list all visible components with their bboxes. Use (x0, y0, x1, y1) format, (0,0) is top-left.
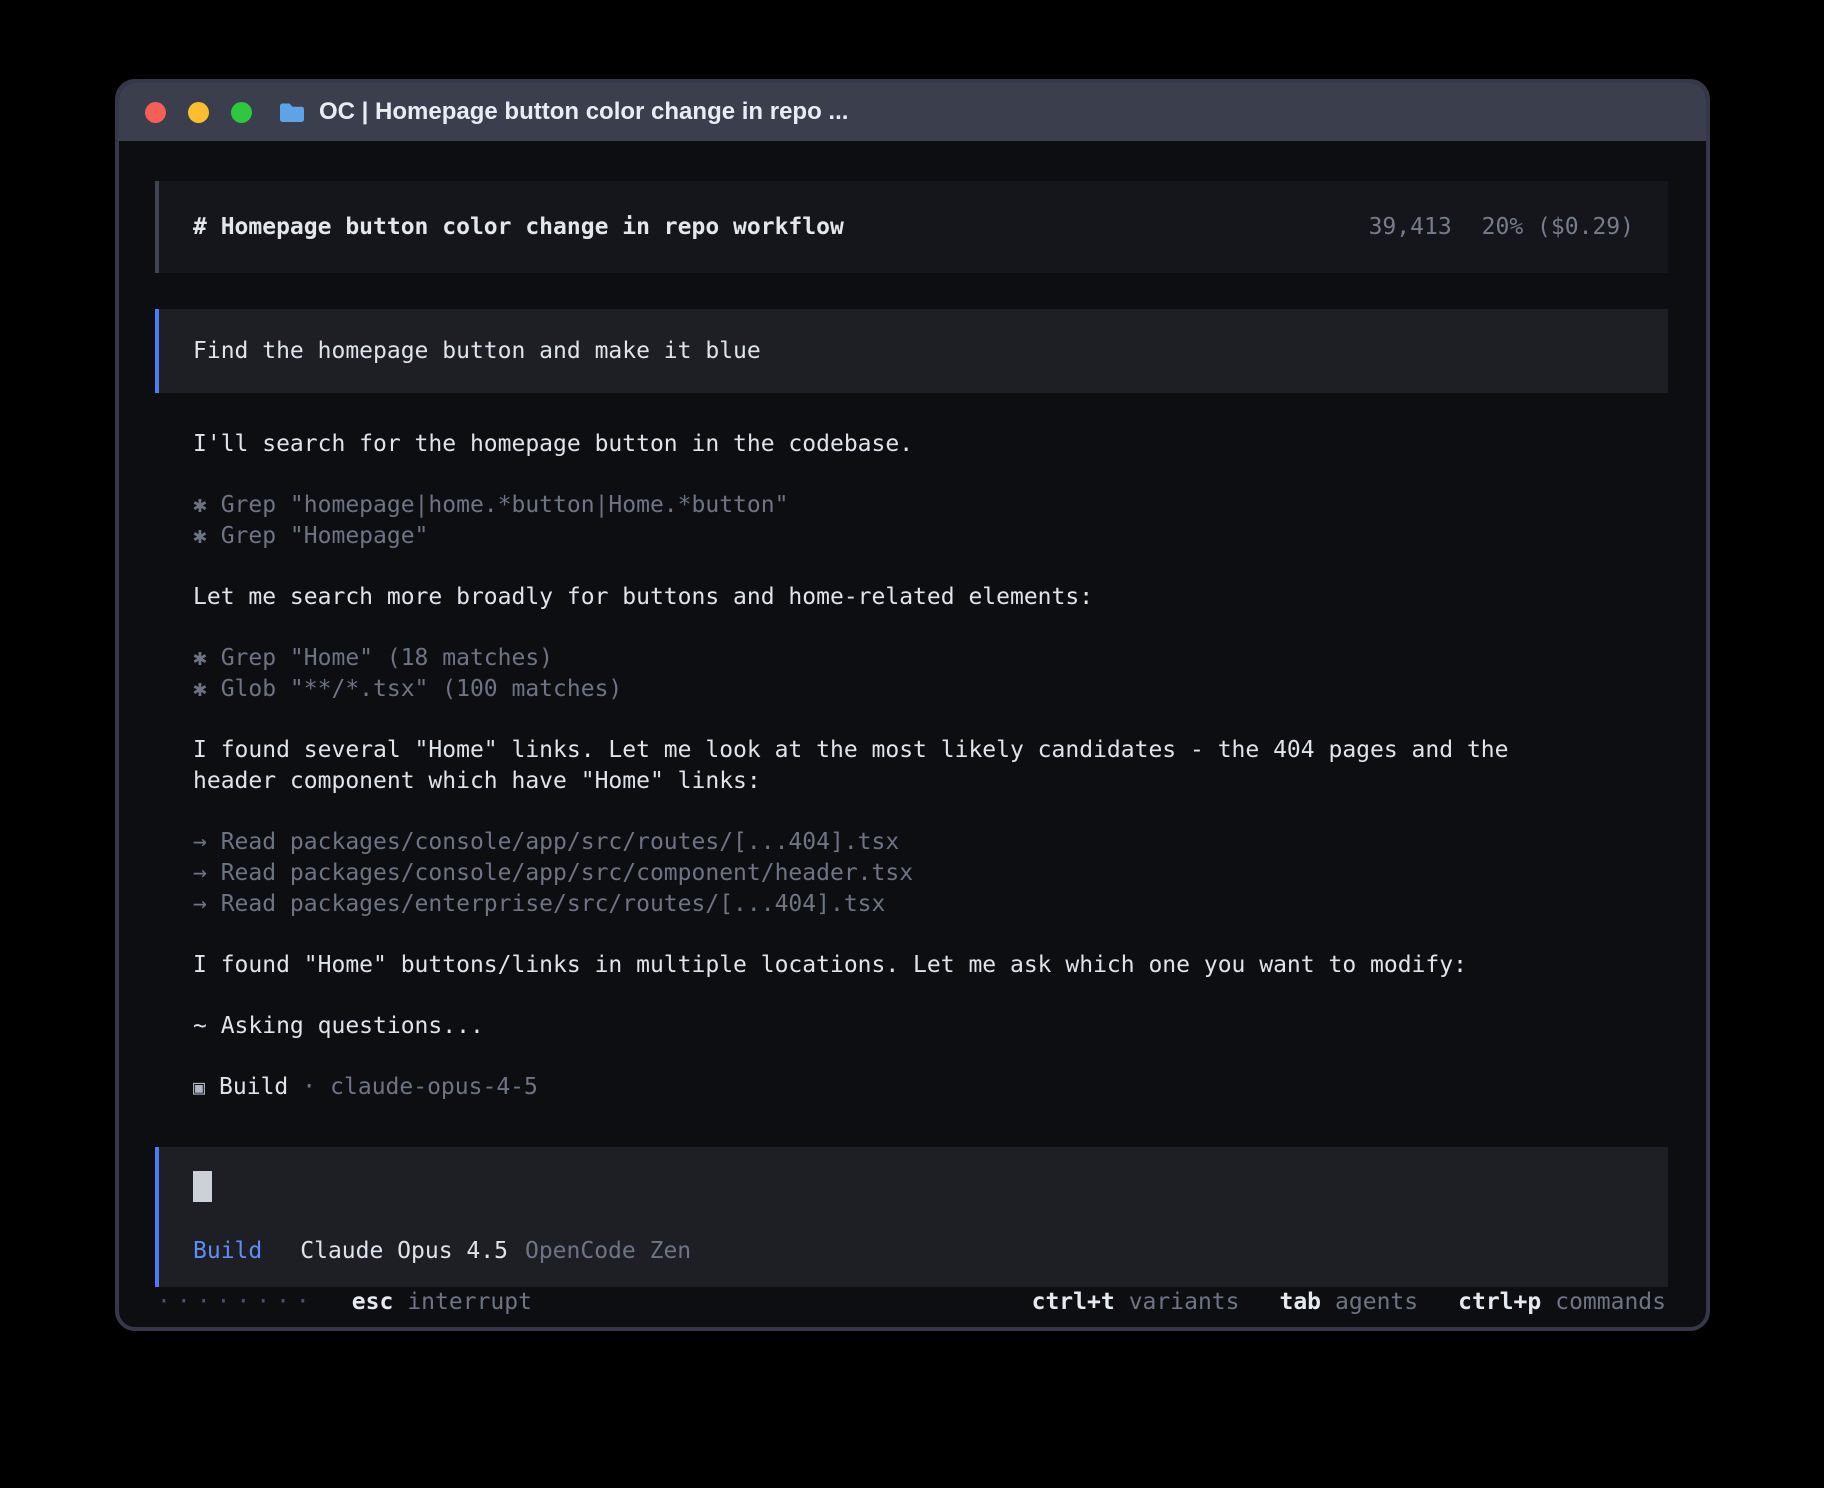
titlebar: OC | Homepage button color change in rep… (119, 83, 1706, 141)
tool-call-line: → Read packages/console/app/src/componen… (193, 858, 1630, 889)
provider-name: OpenCode Zen (525, 1236, 691, 1267)
spinner-dots: ········ (157, 1287, 316, 1318)
assistant-text: I'll search for the homepage button in t… (193, 429, 1573, 460)
tab-key-label: tab (1279, 1287, 1321, 1318)
agent-model: claude-opus-4-5 (330, 1072, 538, 1103)
commands-label: commands (1555, 1287, 1666, 1318)
esc-key-label: esc (352, 1287, 394, 1318)
user-message: Find the homepage button and make it blu… (155, 309, 1668, 393)
window-controls (145, 102, 252, 123)
mode-badge: Build (193, 1236, 262, 1267)
tool-call-group: ✱ Grep "homepage|home.*button|Home.*butt… (193, 490, 1630, 552)
status-bar: ········ esc interrupt ctrl+t variants t… (155, 1287, 1668, 1331)
zoom-button[interactable] (231, 102, 252, 123)
model-name: Claude Opus 4.5 (300, 1236, 508, 1267)
agent-status-row: ▣ Build · claude-opus-4-5 (193, 1072, 1630, 1103)
hint-interrupt: esc interrupt (352, 1287, 532, 1318)
tool-call-group: ✱ Grep "Home" (18 matches) ✱ Glob "**/*.… (193, 643, 1630, 705)
tool-call-group: → Read packages/console/app/src/routes/[… (193, 827, 1630, 920)
assistant-text: I found several "Home" links. Let me loo… (193, 735, 1573, 797)
token-count: 39,413 (1369, 212, 1452, 243)
tool-call-line: ✱ Glob "**/*.tsx" (100 matches) (193, 674, 1630, 705)
ctrl-t-key-label: ctrl+t (1032, 1287, 1115, 1318)
tool-call-line: → Read packages/enterprise/src/routes/[.… (193, 889, 1630, 920)
assistant-text: Let me search more broadly for buttons a… (193, 582, 1573, 613)
activity-status: ~ Asking questions... (193, 1011, 1573, 1042)
folder-icon (278, 101, 306, 124)
tool-call-line: ✱ Grep "homepage|home.*button|Home.*butt… (193, 490, 1630, 521)
prompt-input[interactable]: Build Claude Opus 4.5 OpenCode Zen (155, 1147, 1668, 1287)
session-header: # Homepage button color change in repo w… (155, 181, 1668, 273)
terminal-content: # Homepage button color change in repo w… (119, 141, 1706, 1331)
assistant-text: I found "Home" buttons/links in multiple… (193, 950, 1573, 981)
ctrl-p-key-label: ctrl+p (1458, 1287, 1541, 1318)
minimize-button[interactable] (188, 102, 209, 123)
agent-name: Build (219, 1072, 288, 1103)
agent-icon: ▣ (193, 1072, 205, 1103)
user-message-text: Find the homepage button and make it blu… (193, 336, 761, 367)
text-cursor (193, 1171, 212, 1202)
agent-separator: · (302, 1072, 316, 1103)
agents-label: agents (1335, 1287, 1418, 1318)
input-meta: Build Claude Opus 4.5 OpenCode Zen (193, 1236, 1634, 1267)
tool-call-line: ✱ Grep "Home" (18 matches) (193, 643, 1630, 674)
interrupt-label: interrupt (407, 1287, 532, 1318)
session-stats: 39,413 20% ($0.29) (1369, 212, 1634, 243)
close-button[interactable] (145, 102, 166, 123)
window-title: OC | Homepage button color change in rep… (319, 98, 848, 126)
tool-call-line: ✱ Grep "Homepage" (193, 521, 1630, 552)
context-usage: 20% ($0.29) (1482, 212, 1634, 243)
session-title: # Homepage button color change in repo w… (193, 212, 844, 243)
hint-commands: ctrl+p commands (1458, 1287, 1666, 1318)
hint-variants: ctrl+t variants (1032, 1287, 1240, 1318)
tool-call-line: → Read packages/console/app/src/routes/[… (193, 827, 1630, 858)
terminal-window: OC | Homepage button color change in rep… (115, 79, 1710, 1331)
variants-label: variants (1129, 1287, 1240, 1318)
hint-agents: tab agents (1279, 1287, 1418, 1318)
